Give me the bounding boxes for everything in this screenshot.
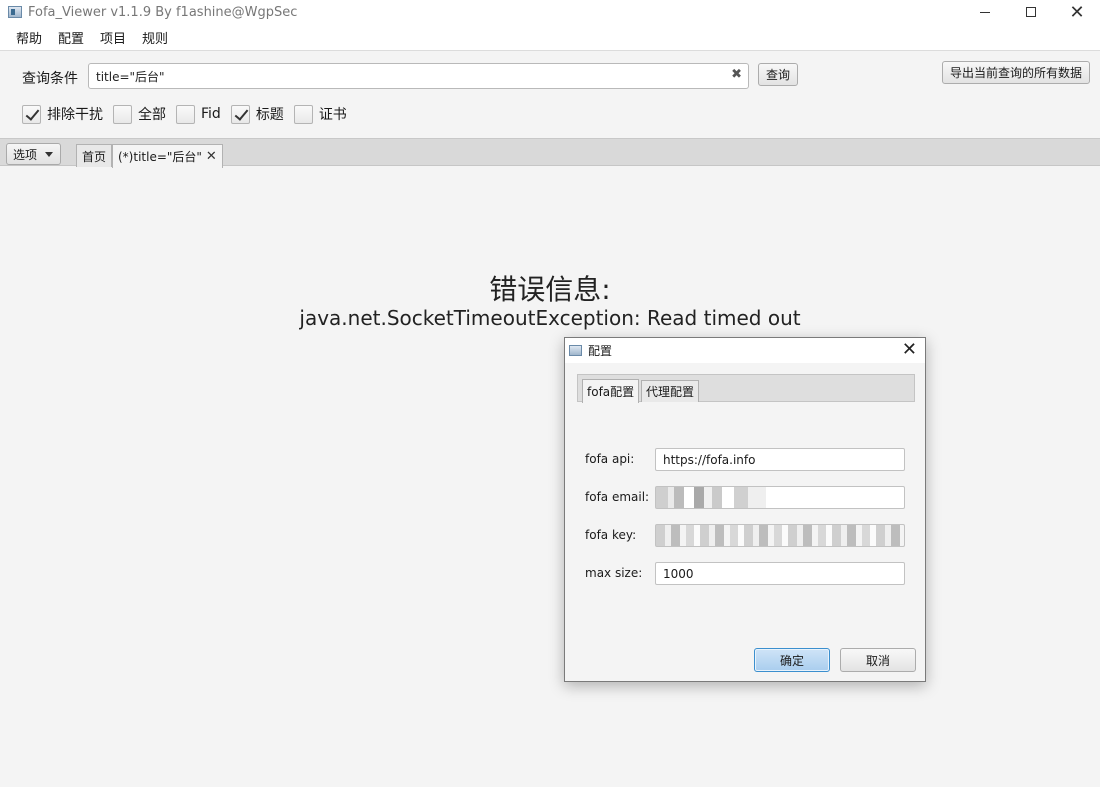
menu-bar: 帮助 配置 项目 规则 [0, 24, 1100, 51]
checkbox-fid[interactable]: Fid [176, 104, 221, 124]
tab-home[interactable]: 首页 [76, 144, 113, 167]
dialog-tab-strip: fofa配置 代理配置 [577, 374, 915, 403]
fofa-email-input[interactable] [655, 486, 905, 509]
fofa-api-input[interactable] [655, 448, 905, 471]
menu-config[interactable]: 配置 [50, 28, 92, 47]
query-box: ✖ [88, 63, 749, 89]
menu-rules[interactable]: 规则 [134, 28, 176, 47]
max-size-label: max size: [585, 566, 643, 580]
dialog-title-bar: 配置 ✕ [565, 338, 925, 363]
search-button[interactable]: 查询 [758, 63, 798, 86]
clear-icon[interactable]: ✖ [731, 67, 742, 82]
checkbox-checked-icon[interactable] [230, 104, 250, 124]
tab-label: (*)title="后台" [118, 150, 202, 164]
checkbox-all[interactable]: 全部 [113, 104, 166, 124]
caret-down-icon [45, 151, 54, 157]
app-icon [569, 345, 582, 356]
filter-options: 排除干扰 全部 Fid 标题 证书 [22, 104, 357, 124]
maximize-icon [1026, 7, 1036, 17]
query-label: 查询条件 [22, 71, 78, 87]
menu-help[interactable]: 帮助 [8, 28, 50, 47]
checkbox-label: 排除干扰 [47, 107, 103, 123]
error-message: java.net.SocketTimeoutException: Read ti… [299, 306, 801, 330]
checkbox-label: Fid [201, 106, 221, 122]
close-tab-icon[interactable]: ✕ [206, 149, 217, 164]
close-window-button[interactable]: ✕ [1054, 0, 1100, 24]
config-dialog: 配置 ✕ fofa配置 代理配置 fofa api: fofa email: f… [564, 337, 926, 682]
checkbox-icon[interactable] [293, 104, 313, 124]
window-controls: ✕ [962, 0, 1100, 24]
tab-label: 首页 [82, 149, 107, 164]
error-title: 错误信息: [489, 273, 611, 306]
minimize-button[interactable] [962, 0, 1008, 24]
fofa-key-input[interactable] [655, 524, 905, 547]
fofa-key-label: fofa key: [585, 528, 637, 542]
app-icon [8, 6, 22, 18]
tab-fofa-config[interactable]: fofa配置 [582, 379, 640, 403]
minimize-icon [980, 11, 990, 13]
dialog-title: 配置 [588, 344, 613, 358]
cancel-button[interactable]: 取消 [840, 648, 916, 672]
fofa-email-label: fofa email: [585, 490, 650, 504]
query-input[interactable] [96, 67, 716, 85]
checkbox-icon[interactable] [176, 104, 195, 124]
checkbox-title[interactable]: 标题 [230, 104, 284, 124]
options-label: 选项 [13, 147, 38, 162]
checkbox-exclude-noise[interactable]: 排除干扰 [22, 104, 103, 124]
window-title: Fofa_Viewer v1.1.9 By f1ashine@WgpSec [28, 4, 298, 20]
checkbox-icon[interactable] [113, 104, 132, 124]
maximize-button[interactable] [1008, 0, 1054, 24]
export-all-button[interactable]: 导出当前查询的所有数据 [942, 61, 1090, 84]
checkbox-label: 全部 [138, 107, 166, 123]
tab-query[interactable]: (*)title="后台" ✕ [112, 144, 223, 168]
checkbox-cert[interactable]: 证书 [293, 104, 347, 124]
result-tab-strip: 选项 首页 (*)title="后台" ✕ [0, 138, 1100, 168]
title-bar: Fofa_Viewer v1.1.9 By f1ashine@WgpSec ✕ [0, 0, 1100, 24]
ok-button[interactable]: 确定 [754, 648, 830, 672]
checkbox-checked-icon[interactable] [22, 104, 41, 124]
fofa-api-label: fofa api: [585, 452, 635, 466]
options-dropdown[interactable]: 选项 [6, 143, 61, 165]
menu-project[interactable]: 项目 [92, 28, 134, 47]
checkbox-label: 标题 [255, 107, 284, 123]
max-size-input[interactable] [655, 562, 905, 585]
checkbox-label: 证书 [318, 107, 347, 123]
tab-proxy-config[interactable]: 代理配置 [641, 380, 700, 402]
close-icon[interactable]: ✕ [902, 339, 917, 360]
